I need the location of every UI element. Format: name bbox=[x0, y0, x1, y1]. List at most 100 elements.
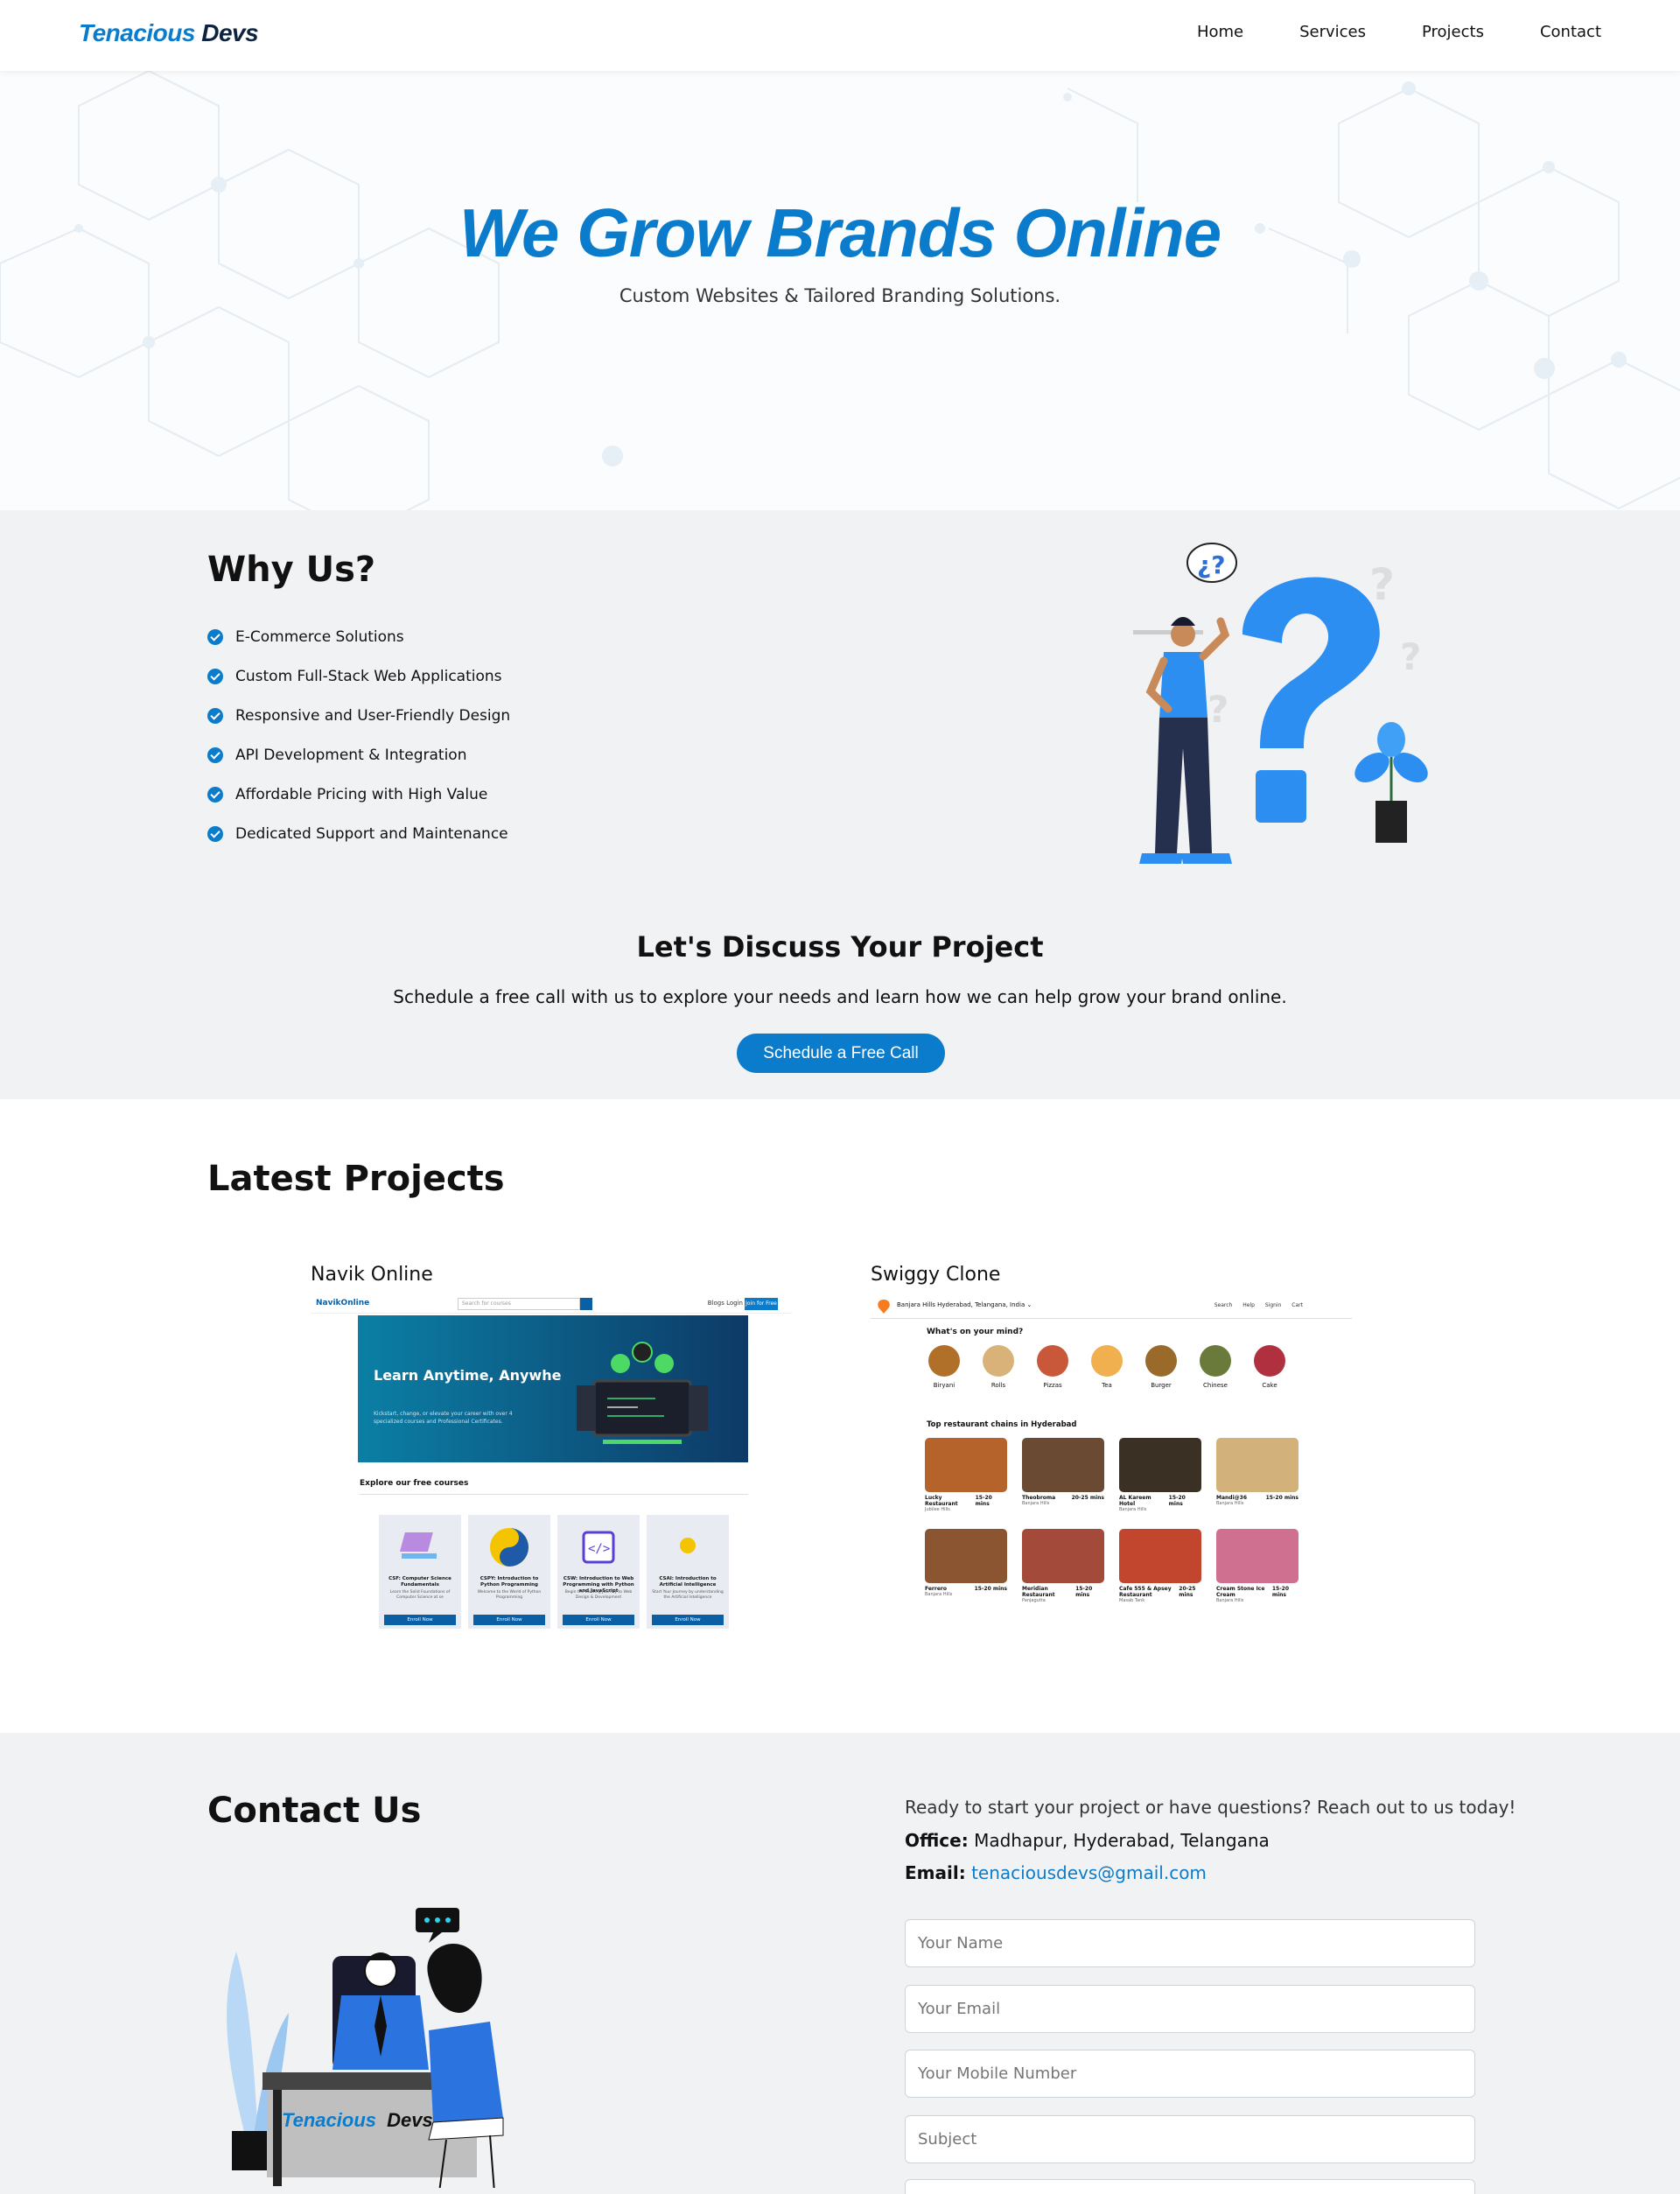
why-us-item: Custom Full-Stack Web Applications bbox=[207, 656, 510, 696]
restaurant-area: Panjagutta bbox=[1022, 1598, 1046, 1603]
pizza-image bbox=[1037, 1345, 1068, 1377]
restaurant-area: Jubilee Hills bbox=[925, 1507, 950, 1512]
contact-section: Contact Us Tenacious Devs Ready to start… bbox=[0, 1733, 1680, 2194]
check-circle-icon bbox=[207, 707, 223, 724]
preview-navbar: NavikOnline Search for courses Blogs Log… bbox=[311, 1294, 792, 1314]
svg-text:Tenacious Devs: Tenacious Devs bbox=[282, 2109, 433, 2131]
chinese-image bbox=[1200, 1345, 1231, 1377]
restaurant-image bbox=[1022, 1438, 1104, 1492]
restaurant-image bbox=[925, 1529, 1007, 1583]
why-us-item-label: Affordable Pricing with High Value bbox=[235, 785, 488, 803]
restaurant-card: Meridian Restaurant 15-20 mins Panjagutta bbox=[1022, 1529, 1104, 1603]
swiggy-logo-icon bbox=[878, 1300, 890, 1314]
restaurant-card: Cafe 555 & Apsey Restaurant 20-25 mins Mas… bbox=[1119, 1529, 1201, 1603]
restaurant-name: AL Kareem Hotel bbox=[1119, 1495, 1152, 1507]
restaurant-time: 20-25 mins bbox=[1179, 1586, 1196, 1598]
dish-label: Cake bbox=[1262, 1382, 1278, 1389]
course-desc: Begin the Exciting Journey to Web Design… bbox=[564, 1590, 633, 1600]
question-mark-illustration: ? ? ? ¿? bbox=[1133, 543, 1428, 864]
nav-services[interactable]: Services bbox=[1299, 23, 1366, 41]
restaurant-area: Banjara Hills bbox=[1216, 1501, 1244, 1506]
why-us-item: Responsive and User-Friendly Design bbox=[207, 696, 510, 735]
brand-logo[interactable]: Tenacious Devs bbox=[79, 19, 259, 47]
restaurant-image bbox=[1022, 1529, 1104, 1583]
course-desc: Learn the Solid Foundations of Computer … bbox=[389, 1590, 451, 1600]
check-circle-icon bbox=[207, 825, 223, 842]
check-circle-icon bbox=[207, 747, 223, 763]
dish-label: Pizzas bbox=[1043, 1382, 1062, 1389]
why-us-item: E-Commerce Solutions bbox=[207, 617, 510, 656]
dish-item: Burger bbox=[1144, 1345, 1179, 1389]
restaurant-time: 15-20 mins bbox=[1271, 1586, 1290, 1598]
why-us-item-label: API Development & Integration bbox=[235, 746, 467, 764]
search-icon bbox=[580, 1298, 592, 1310]
python-icon bbox=[490, 1528, 528, 1567]
restaurant-card: AL Kareem Hotel 15-20 mins Banjara Hills bbox=[1119, 1438, 1201, 1512]
restaurant-name: Theobroma bbox=[1022, 1495, 1056, 1501]
nav-contact[interactable]: Contact bbox=[1540, 23, 1601, 41]
course-title: CSPY: Introduction to Python Programming bbox=[480, 1576, 539, 1588]
mobile-field[interactable] bbox=[905, 2050, 1475, 2098]
code-icon: </> bbox=[582, 1531, 615, 1564]
brand-logo-part1: Tenacious bbox=[79, 19, 195, 46]
why-us-item-label: Responsive and User-Friendly Design bbox=[235, 706, 511, 725]
dish-item: Rolls bbox=[981, 1345, 1016, 1389]
nav-projects[interactable]: Projects bbox=[1422, 23, 1484, 41]
why-us-item-label: E-Commerce Solutions bbox=[235, 627, 404, 646]
contact-email: Email: tenaciousdevs@gmail.com bbox=[905, 1862, 1207, 1883]
projects-section: Latest Projects Navik Online NavikOnline… bbox=[0, 1099, 1680, 1733]
check-circle-icon bbox=[207, 668, 223, 684]
why-us-item: Affordable Pricing with High Value bbox=[207, 775, 510, 814]
dish-label: Rolls bbox=[990, 1382, 1006, 1389]
preview-join-button: Join for Free bbox=[745, 1298, 778, 1310]
check-circle-icon bbox=[207, 786, 223, 803]
contact-title: Contact Us bbox=[207, 1791, 422, 1831]
svg-text:?: ? bbox=[1400, 635, 1421, 678]
nav-home[interactable]: Home bbox=[1197, 23, 1243, 41]
svg-text:?: ? bbox=[1208, 688, 1228, 731]
preview-hero-text: Kickstart, change, or elevate your caree… bbox=[374, 1411, 513, 1425]
restaurant-card: Mandi@36 15-20 mins Banjara Hills bbox=[1216, 1438, 1298, 1506]
preview-links: Blogs Login bbox=[707, 1300, 743, 1307]
restaurant-image bbox=[925, 1438, 1007, 1492]
project-card-swiggy[interactable]: Swiggy Clone Banjara Hills Hyderabad, Te… bbox=[871, 1264, 1352, 1636]
cake-image bbox=[1254, 1345, 1285, 1377]
brand-logo-part2: Devs bbox=[201, 19, 259, 46]
restaurant-image bbox=[1119, 1438, 1201, 1492]
email-link[interactable]: tenaciousdevs@gmail.com bbox=[971, 1862, 1207, 1883]
divider bbox=[360, 1494, 748, 1495]
course-title: CSAI: Introduction to Artificial Intelli… bbox=[659, 1576, 717, 1588]
restaurant-card: Lucky Restaurant 15-20 mins Jubilee Hills bbox=[925, 1438, 1007, 1512]
top-navbar: Tenacious Devs Home Services Projects Co… bbox=[0, 0, 1680, 71]
email-label: Email: bbox=[905, 1862, 966, 1883]
restaurant-image bbox=[1216, 1529, 1298, 1583]
restaurant-area: Banjara Hills bbox=[925, 1592, 953, 1597]
restaurant-area: Masab Tank bbox=[1119, 1598, 1145, 1603]
subject-field[interactable] bbox=[905, 2115, 1475, 2163]
restaurant-card: Theobroma 20-25 mins Banjara Hills bbox=[1022, 1438, 1104, 1506]
dish-label: Biryani bbox=[933, 1382, 956, 1389]
project-name: Swiggy Clone bbox=[871, 1264, 1001, 1286]
preview-course-card: </> CSW: Introduction to Web Programming… bbox=[557, 1515, 640, 1629]
name-field[interactable] bbox=[905, 1919, 1475, 1967]
email-field[interactable] bbox=[905, 1985, 1475, 2033]
restaurant-image bbox=[1119, 1529, 1201, 1583]
computer-graphic-icon bbox=[577, 1342, 708, 1444]
burger-image bbox=[1145, 1345, 1177, 1377]
preview-search: Search for courses bbox=[458, 1298, 580, 1310]
hero-section: We Grow Brands Online Custom Websites & … bbox=[0, 71, 1680, 510]
project-card-navik[interactable]: Navik Online NavikOnline Search for cour… bbox=[311, 1264, 792, 1636]
svg-text:¿?: ¿? bbox=[1197, 550, 1225, 579]
enroll-button: Enroll Now bbox=[473, 1615, 545, 1625]
schedule-call-button[interactable]: Schedule a Free Call bbox=[737, 1034, 945, 1073]
restaurant-name: Mandi@36 bbox=[1216, 1495, 1247, 1501]
restaurant-area: Banjara Hills bbox=[1022, 1501, 1050, 1506]
message-field[interactable] bbox=[905, 2179, 1475, 2194]
biryani-image bbox=[928, 1345, 960, 1377]
project-screenshot[interactable]: NavikOnline Search for courses Blogs Log… bbox=[311, 1294, 792, 1636]
desk-brand-a: Tenacious bbox=[282, 2109, 376, 2131]
check-circle-icon bbox=[207, 628, 223, 645]
enroll-button: Enroll Now bbox=[384, 1615, 456, 1625]
restaurant-time: 20-25 mins bbox=[1071, 1495, 1104, 1501]
project-screenshot[interactable]: Banjara Hills Hyderabad, Telangana, Indi… bbox=[871, 1294, 1352, 1636]
